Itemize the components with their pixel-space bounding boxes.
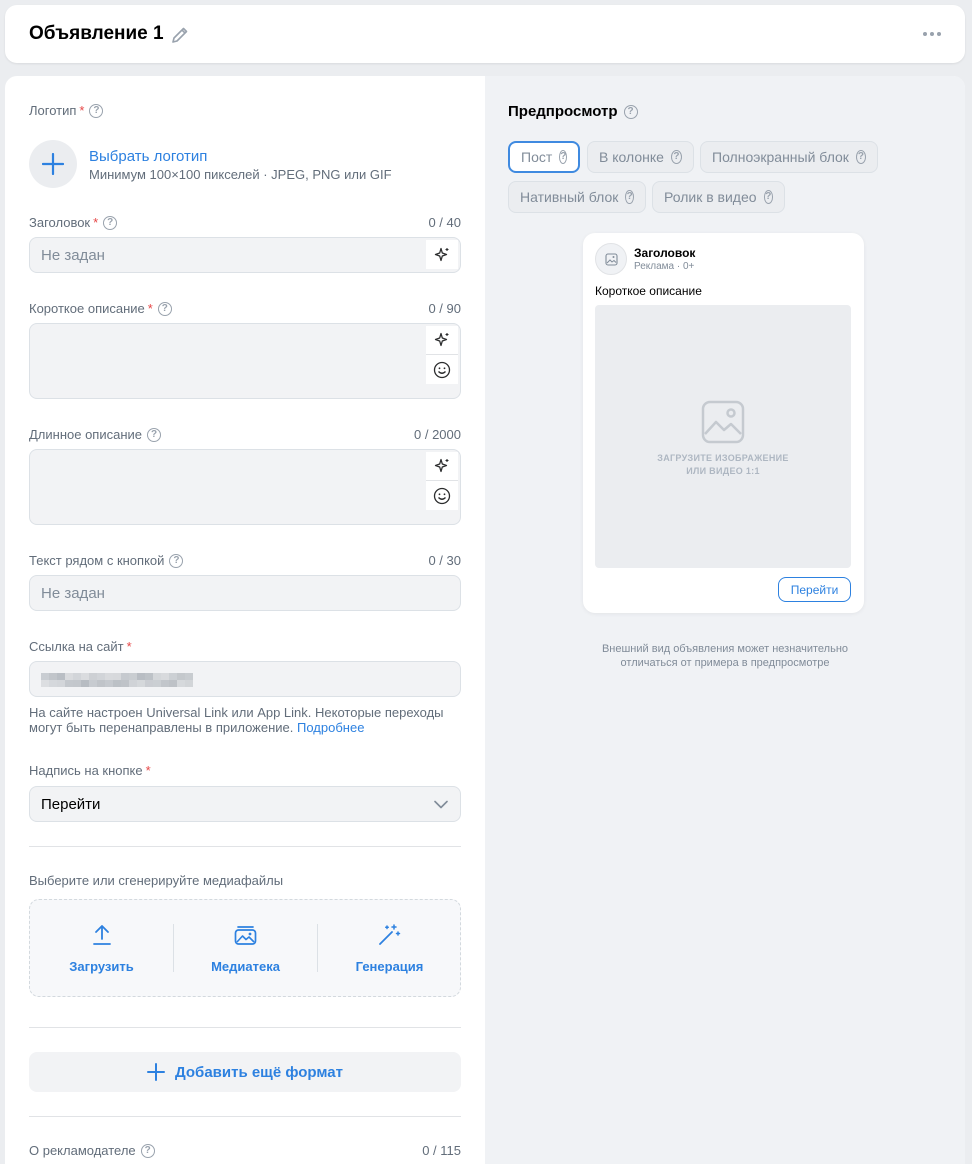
short-description-counter: 0 / 90 xyxy=(428,301,461,316)
tab-in-video[interactable]: Ролик в видео? xyxy=(652,181,785,213)
divider xyxy=(29,846,461,847)
site-link-input[interactable] xyxy=(29,661,461,697)
help-icon[interactable]: ? xyxy=(89,103,104,118)
site-link-label: Ссылка на сайт * xyxy=(29,639,132,654)
logo-requirements: Минимум 100×100 пикселей · JPEG, PNG или… xyxy=(89,167,392,182)
tab-post[interactable]: Пост? xyxy=(508,141,580,173)
ad-header-bar: Объявление 1 xyxy=(5,5,965,63)
media-library-button[interactable]: Медиатека xyxy=(174,900,317,996)
plus-icon xyxy=(147,1063,166,1081)
help-icon[interactable]: ? xyxy=(559,150,568,164)
emoji-button[interactable] xyxy=(426,355,458,384)
logo-label: Логотип *? xyxy=(29,103,104,118)
chevron-down-icon xyxy=(434,800,448,809)
generate-label: Генерация xyxy=(355,959,424,974)
more-info-link[interactable]: Подробнее xyxy=(297,720,364,735)
upload-button[interactable]: Загрузить xyxy=(30,900,173,996)
headline-label: Заголовок *? xyxy=(29,215,118,230)
help-icon[interactable]: ? xyxy=(169,553,184,568)
upload-icon xyxy=(93,925,111,945)
preview-meta: Реклама · 0+ xyxy=(634,261,695,272)
plus-icon xyxy=(42,153,64,175)
preview-title: Предпросмотр? xyxy=(508,103,638,120)
button-text-placeholder: Не задан xyxy=(41,585,105,602)
help-icon[interactable]: ? xyxy=(140,1143,155,1158)
tab-native[interactable]: Нативный блок? xyxy=(508,181,646,213)
blurred-url-image xyxy=(41,673,193,687)
ai-generate-button[interactable] xyxy=(426,240,458,269)
button-text-counter: 0 / 30 xyxy=(428,553,461,568)
ad-preview-card: Заголовок Реклама · 0+ Короткое описание… xyxy=(583,233,864,613)
image-placeholder-icon xyxy=(701,400,745,444)
placeholder-text: ЗАГРУЗИТЕ ИЗОБРАЖЕНИЕ ИЛИ ВИДЕО 1:1 xyxy=(657,453,789,476)
help-icon[interactable]: ? xyxy=(670,150,682,164)
choose-logo-link[interactable]: Выбрать логотип xyxy=(89,148,207,165)
add-logo-button[interactable] xyxy=(29,140,77,188)
headline-counter: 0 / 40 xyxy=(428,215,461,230)
help-icon[interactable]: ? xyxy=(147,427,162,442)
long-description-label: Длинное описание? xyxy=(29,427,162,442)
media-picker: Загрузить Медиатека Генерация xyxy=(29,899,461,997)
divider xyxy=(29,1027,461,1028)
generate-button[interactable]: Генерация xyxy=(318,900,461,996)
smile-icon xyxy=(433,487,451,504)
smile-icon xyxy=(433,361,451,378)
advertiser-counter: 0 / 115 xyxy=(422,1143,461,1158)
preview-media-placeholder: ЗАГРУЗИТЕ ИЗОБРАЖЕНИЕ ИЛИ ВИДЕО 1:1 xyxy=(595,305,851,568)
help-icon[interactable]: ? xyxy=(623,104,638,119)
gallery-icon xyxy=(234,926,257,945)
button-text-label: Текст рядом с кнопкой? xyxy=(29,553,184,568)
tab-column[interactable]: В колонке? xyxy=(587,141,694,173)
add-format-label: Добавить ещё формат xyxy=(175,1063,343,1081)
button-text-input[interactable]: Не задан xyxy=(29,575,461,611)
advertiser-label: О рекламодателе? xyxy=(29,1143,155,1158)
short-description-input[interactable] xyxy=(29,323,461,399)
sparkle-icon xyxy=(434,458,449,473)
cta-select[interactable]: Перейти xyxy=(29,786,461,822)
sparkle-icon xyxy=(434,332,449,347)
pencil-icon[interactable] xyxy=(170,25,190,45)
short-description-label: Короткое описание *? xyxy=(29,301,172,316)
sparkle-icon xyxy=(434,247,449,261)
image-icon xyxy=(604,252,618,266)
help-icon[interactable]: ? xyxy=(855,150,866,164)
help-icon[interactable]: ? xyxy=(625,190,634,204)
headline-placeholder: Не задан xyxy=(41,247,105,264)
universal-link-hint: На сайте настроен Universal Link или App… xyxy=(29,705,444,735)
tab-fullscreen[interactable]: Полноэкранный блок? xyxy=(700,141,878,173)
preview-headline: Заголовок xyxy=(634,246,696,260)
preview-cta-button[interactable]: Перейти xyxy=(778,577,851,602)
ai-generate-button[interactable] xyxy=(426,326,458,355)
upload-label: Загрузить xyxy=(69,959,134,974)
add-format-button[interactable]: Добавить ещё формат xyxy=(29,1052,461,1092)
cta-label: Надпись на кнопке * xyxy=(29,763,151,778)
long-description-input[interactable] xyxy=(29,449,461,525)
long-description-counter: 0 / 2000 xyxy=(414,427,461,442)
avatar xyxy=(595,243,627,275)
preview-description: Короткое описание xyxy=(595,284,702,298)
help-icon[interactable]: ? xyxy=(157,301,172,316)
cta-selected-value: Перейти xyxy=(41,796,101,813)
headline-input[interactable]: Не задан xyxy=(29,237,461,273)
media-library-label: Медиатека xyxy=(211,959,280,974)
help-icon[interactable]: ? xyxy=(763,190,773,204)
media-label: Выберите или сгенерируйте медиафайлы xyxy=(29,873,284,888)
ai-generate-button[interactable] xyxy=(426,452,458,481)
more-options-icon[interactable] xyxy=(921,24,943,44)
emoji-button[interactable] xyxy=(426,481,458,510)
preview-note: Внешний вид объявления может незначитель… xyxy=(601,643,849,669)
ad-editor-panel: Логотип *? Выбрать логотип Минимум 100×10… xyxy=(5,76,965,1164)
magic-wand-icon xyxy=(379,924,401,945)
help-icon[interactable]: ? xyxy=(103,215,118,230)
ad-title: Объявление 1 xyxy=(29,23,164,44)
divider xyxy=(29,1116,461,1117)
